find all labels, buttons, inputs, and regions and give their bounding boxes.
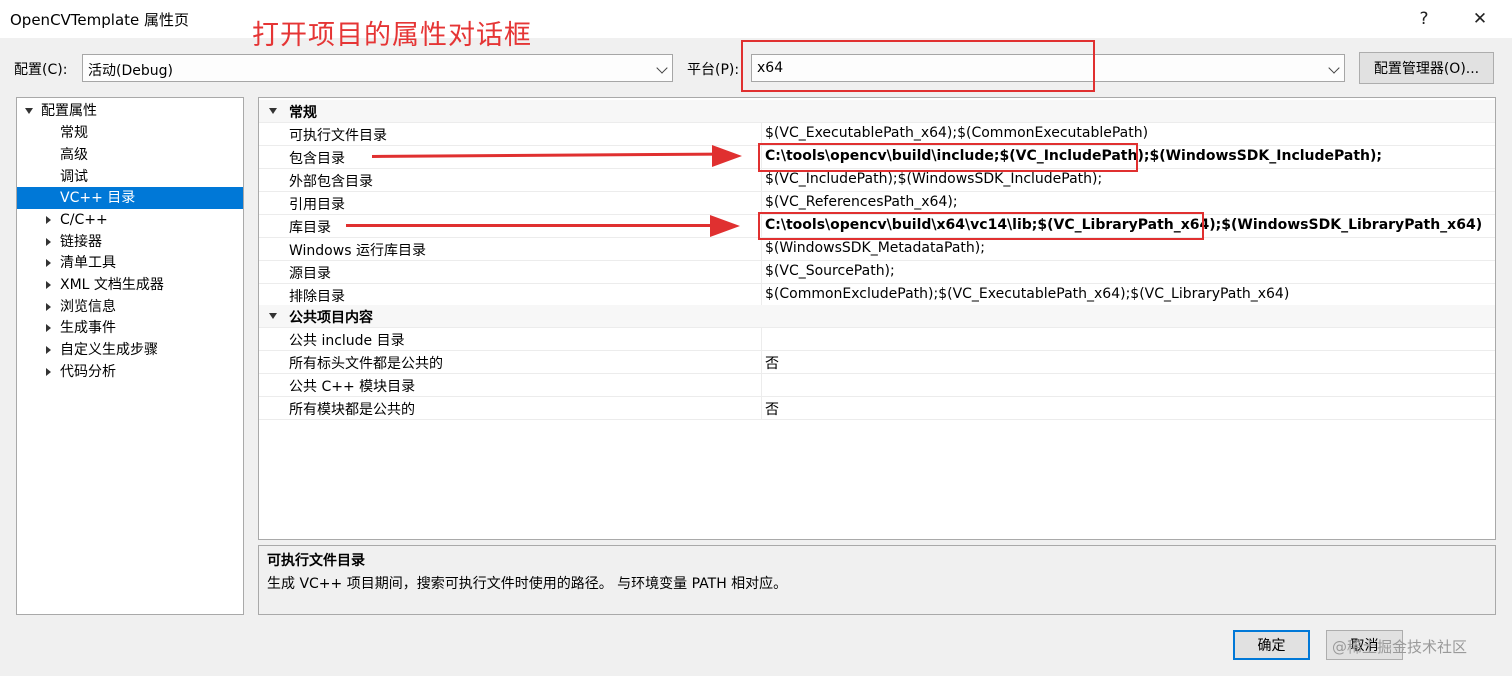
grid-row-all-headers-public[interactable]: 所有标头文件都是公共的 否: [259, 351, 1495, 374]
caret-right-icon: [46, 259, 51, 267]
caret-down-icon: [25, 108, 33, 114]
tree-item-vc-directories[interactable]: VC++ 目录: [17, 187, 243, 209]
chevron-down-icon: [656, 62, 668, 74]
grid-row-public-include-dirs[interactable]: 公共 include 目录: [259, 328, 1495, 351]
grid-row-source-dirs[interactable]: 源目录 $(VC_SourcePath);: [259, 261, 1495, 284]
description-text: 生成 VC++ 项目期间，搜索可执行文件时使用的路径。 与环境变量 PATH 相…: [267, 576, 788, 592]
description-panel: 可执行文件目录 生成 VC++ 项目期间，搜索可执行文件时使用的路径。 与环境变…: [258, 545, 1496, 615]
caret-right-icon: [46, 238, 51, 246]
tree-item-debugging[interactable]: 调试: [17, 166, 243, 188]
include-arrow-head: [712, 145, 742, 167]
tree-item-browse-info[interactable]: 浏览信息: [17, 296, 243, 318]
chevron-down-icon: [269, 313, 277, 319]
caret-right-icon: [46, 324, 51, 332]
caret-right-icon: [46, 303, 51, 311]
grid-row-exclude-dirs[interactable]: 排除目录 $(CommonExcludePath);$(VC_Executabl…: [259, 284, 1495, 307]
platform-label: 平台(P):: [687, 62, 740, 78]
config-manager-button[interactable]: 配置管理器(O)...: [1359, 52, 1494, 84]
annotation-heading: 打开项目的属性对话框: [252, 20, 532, 51]
caret-right-icon: [46, 368, 51, 376]
tree-item-advanced[interactable]: 高级: [17, 144, 243, 166]
watermark: @稀土掘金技术社区: [1332, 638, 1468, 656]
grid-row-all-modules-public[interactable]: 所有模块都是公共的 否: [259, 397, 1495, 420]
tree-item-custom-build-step[interactable]: 自定义生成步骤: [17, 339, 243, 361]
tree-item-xml-doc-generator[interactable]: XML 文档生成器: [17, 274, 243, 296]
library-arrow-head: [710, 215, 740, 237]
tree-item-manifest-tool[interactable]: 清单工具: [17, 252, 243, 274]
library-path-highlight-box: [758, 212, 1204, 240]
include-path-highlight-box: [758, 143, 1138, 172]
title-bar: [0, 0, 1512, 38]
ok-button[interactable]: 确定: [1233, 630, 1310, 660]
tree-item-build-events[interactable]: 生成事件: [17, 317, 243, 339]
caret-right-icon: [46, 281, 51, 289]
grid-category-general[interactable]: 常规: [259, 100, 1495, 123]
caret-right-icon: [46, 216, 51, 224]
chevron-down-icon: [1328, 62, 1340, 74]
platform-highlight-box: [741, 40, 1095, 92]
tree-item-linker[interactable]: 链接器: [17, 231, 243, 253]
grid-row-external-include-dirs[interactable]: 外部包含目录 $(VC_IncludePath);$(WindowsSDK_In…: [259, 169, 1495, 192]
tree-item-code-analysis[interactable]: 代码分析: [17, 361, 243, 383]
close-icon[interactable]: ✕: [1460, 4, 1500, 34]
grid-category-public-project-content[interactable]: 公共项目内容: [259, 305, 1495, 328]
grid-row-public-cpp-module-dirs[interactable]: 公共 C++ 模块目录: [259, 374, 1495, 397]
window-title: OpenCVTemplate 属性页: [10, 11, 190, 29]
config-dropdown[interactable]: 活动(Debug): [82, 54, 673, 82]
config-value: 活动(Debug): [88, 63, 173, 79]
config-label: 配置(C):: [14, 62, 68, 78]
library-arrow-line: [346, 224, 714, 227]
grid-row-winrt-dirs[interactable]: Windows 运行库目录 $(WindowsSDK_MetadataPath)…: [259, 238, 1495, 261]
tree-item-general[interactable]: 常规: [17, 122, 243, 144]
chevron-down-icon: [269, 108, 277, 114]
caret-right-icon: [46, 346, 51, 354]
tree-item-cpp[interactable]: C/C++: [17, 209, 243, 231]
help-icon[interactable]: ?: [1404, 4, 1444, 34]
description-title: 可执行文件目录: [267, 553, 365, 569]
tree-item-config-properties[interactable]: 配置属性: [17, 100, 243, 122]
property-tree: 配置属性 常规 高级 调试 VC++ 目录 C/C++ 链接器 清单工具 XML…: [16, 97, 244, 615]
